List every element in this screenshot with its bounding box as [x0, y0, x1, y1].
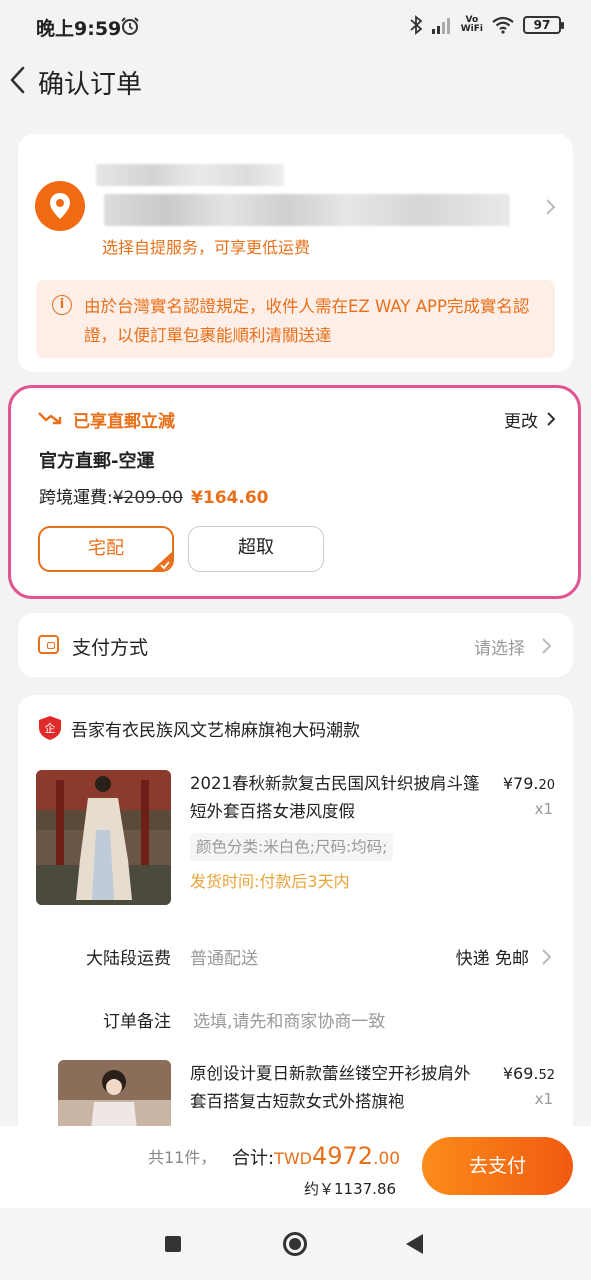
shop-name[interactable]: 吾家有衣民族风文艺棉麻旗袍大码潮款 [71, 716, 360, 741]
wifi-icon [492, 16, 514, 34]
address-card[interactable]: 选择自提服务，可享更低运费 i 由於台灣實名認證規定，收件人需在EZ WAY A… [18, 134, 573, 372]
trend-down-icon [38, 412, 62, 425]
product-price: ¥69.52 [502, 1064, 555, 1083]
address-name-redacted [96, 164, 284, 186]
shipping-fee: 跨境運費:¥209.00 ¥164.60 [39, 483, 268, 508]
clock: 晚上9:59 [36, 18, 122, 40]
total-amount: 合计:TWD4972.00 [232, 1142, 401, 1170]
payment-choose: 请选择 [474, 639, 525, 659]
pickup-hint[interactable]: 选择自提服务，可享更低运费 [102, 234, 310, 258]
product-sku: 颜色分类:米白色;尺码:均码; [190, 833, 394, 861]
remark-input[interactable]: 选填,请先和商家协商一致 [193, 1007, 385, 1032]
dispatch-time: 发货时间:付款后3天内 [190, 872, 350, 891]
direct-mail-discount-label: 已享直郵立減 [73, 412, 175, 432]
signal-icon [431, 18, 450, 34]
back-arrow-icon[interactable] [8, 64, 28, 96]
info-icon: i [52, 295, 72, 315]
battery-indicator: 97 [523, 16, 564, 34]
volte-wifi-label: Vo WiFi [460, 15, 483, 34]
fee-label: 跨境運費: [39, 488, 113, 508]
svg-text:企: 企 [45, 721, 56, 735]
shipping-card: 已享直郵立減 更改 官方直郵-空運 跨境運費:¥209.00 ¥164.60 宅配… [8, 385, 581, 599]
freight-value: 普通配送 [190, 949, 258, 969]
freight-row[interactable]: 大陆段运费 普通配送 快递 免邮 [18, 944, 573, 974]
back-icon[interactable] [406, 1234, 423, 1254]
list-item[interactable]: 2021春秋新款复古民国风针织披肩斗篷短外套百搭女港风度假 ¥79.20 x1 … [18, 770, 573, 910]
notice-text: 由於台灣實名認證規定，收件人需在EZ WAY APP完成實名認證，以便訂單包裹能… [84, 297, 530, 345]
remark-label: 订单备注 [103, 1012, 171, 1032]
freight-right: 快递 免邮 [455, 949, 529, 969]
product-title[interactable]: 原创设计夏日新款蕾丝镂空开衫披肩外套百搭复古短款女式外搭旗袍 [190, 1060, 480, 1116]
pay-button[interactable]: 去支付 [422, 1137, 573, 1195]
chevron-right-icon [546, 199, 556, 215]
system-nav-bar [0, 1208, 591, 1280]
chevron-right-icon[interactable] [546, 411, 556, 427]
product-image[interactable] [36, 770, 171, 905]
location-pin-icon [35, 181, 85, 231]
realname-notice: i 由於台灣實名認證規定，收件人需在EZ WAY APP完成實名認證，以便訂單包… [36, 280, 555, 358]
payment-method-row[interactable]: 支付方式 请选择 [18, 613, 573, 677]
wallet-icon [38, 635, 59, 654]
product-title[interactable]: 2021春秋新款复古民国风针织披肩斗篷短外套百搭女港风度假 [190, 770, 480, 826]
home-icon[interactable] [283, 1232, 307, 1256]
home-delivery-label: 宅配 [88, 538, 124, 559]
address-detail-redacted [104, 194, 510, 226]
freight-label: 大陆段运费 [86, 949, 171, 969]
home-delivery-option[interactable]: 宅配 [38, 526, 174, 572]
change-shipping-link[interactable]: 更改 [504, 407, 538, 432]
item-count: 共11件， [148, 1148, 217, 1167]
shipping-method: 官方直郵-空運 [39, 451, 155, 472]
remark-row[interactable]: 订单备注 选填,请先和商家协商一致 [18, 1007, 573, 1037]
chevron-right-icon [542, 949, 552, 965]
approx-amount: 约￥1137.86 [304, 1180, 397, 1198]
bluetooth-icon [410, 15, 423, 35]
page-header: 确认订单 [0, 56, 591, 106]
recents-icon[interactable] [165, 1236, 181, 1252]
checkout-bar: 共11件， 合计:TWD4972.00 约￥1137.86 去支付 [0, 1126, 591, 1208]
product-quantity: x1 [534, 800, 553, 818]
fee-original: ¥209.00 [112, 488, 184, 508]
fee-discounted: ¥164.60 [191, 488, 269, 508]
product-price: ¥79.20 [502, 774, 555, 793]
shop-badge-icon: 企 [39, 716, 61, 740]
status-bar: 晚上9:59 Vo WiFi 97 [0, 0, 591, 56]
selected-check-icon [150, 550, 172, 570]
alarm-icon [121, 17, 139, 35]
store-pickup-option[interactable]: 超取 [188, 526, 324, 572]
order-items-card: 企 吾家有衣民族风文艺棉麻旗袍大码潮款 2021春秋新款复古民国风针织披肩斗篷短… [18, 695, 573, 1195]
page-title: 确认订单 [38, 70, 143, 100]
payment-label: 支付方式 [72, 637, 149, 659]
product-quantity: x1 [534, 1090, 553, 1108]
chevron-right-icon [542, 638, 552, 654]
